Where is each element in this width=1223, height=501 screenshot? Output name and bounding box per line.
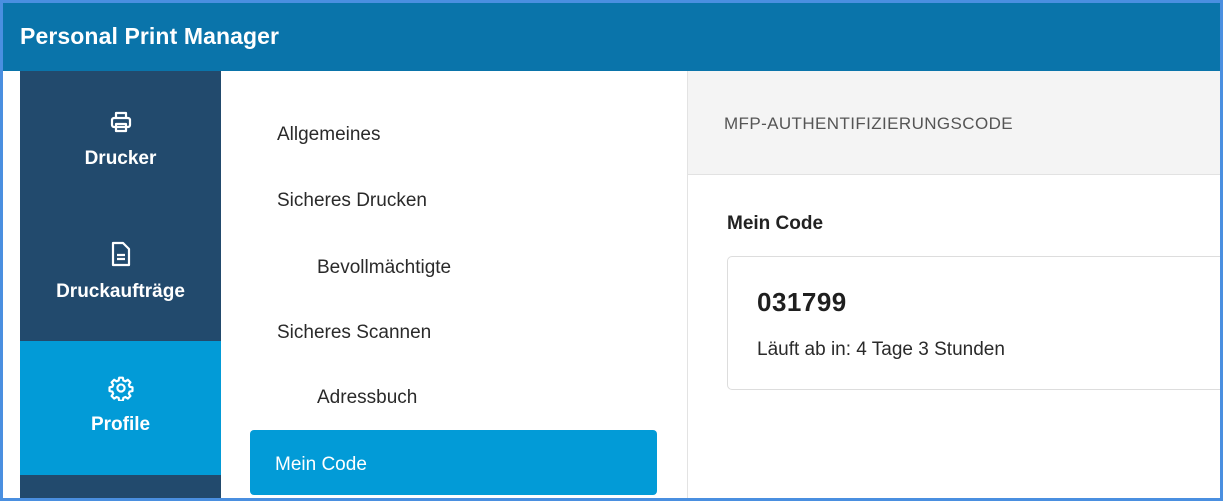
app-window: Personal Print Manager Drucker Druckauft… — [0, 0, 1223, 501]
section-title: Mein Code — [727, 213, 824, 234]
main-sidebar: Drucker Druckaufträge Profile — [20, 71, 221, 498]
code-card: 031799 Läuft ab in: 4 Tage 3 Stunden — [727, 256, 1220, 390]
panel-header: MFP-AUTHENTIFIZIERUNGSCODE — [688, 71, 1220, 175]
sidebar-item-druckauftraege[interactable]: Druckaufträge — [20, 205, 221, 337]
document-icon — [20, 241, 221, 267]
sidebar-item-label: Druckaufträge — [56, 281, 185, 302]
printer-icon — [20, 109, 221, 135]
submenu-item-sicheres-scannen[interactable]: Sicheres Scannen — [277, 322, 431, 344]
sidebar-item-profile[interactable]: Profile — [20, 341, 221, 475]
sidebar-item-label: Drucker — [84, 148, 157, 169]
profile-submenu: Allgemeines Sicheres Drucken Bevollmächt… — [221, 71, 687, 498]
auth-code-value: 031799 — [757, 287, 847, 317]
submenu-item-adressbuch[interactable]: Adressbuch — [317, 387, 417, 409]
submenu-item-allgemeines[interactable]: Allgemeines — [277, 124, 381, 146]
title-bar: Personal Print Manager — [3, 3, 1220, 71]
sidebar-item-label: Profile — [90, 414, 151, 435]
code-expiry-text: Läuft ab in: 4 Tage 3 Stunden — [757, 339, 1005, 360]
gear-icon — [20, 375, 221, 401]
submenu-item-mein-code[interactable]: Mein Code — [250, 430, 657, 495]
sidebar-item-drucker[interactable]: Drucker — [20, 71, 221, 203]
submenu-item-bevollmaechtigte[interactable]: Bevollmächtigte — [317, 257, 451, 279]
panel-heading: MFP-AUTHENTIFIZIERUNGSCODE — [724, 114, 1014, 133]
content-panel: MFP-AUTHENTIFIZIERUNGSCODE Mein Code 031… — [687, 71, 1220, 498]
submenu-item-sicheres-drucken[interactable]: Sicheres Drucken — [277, 190, 427, 212]
app-title: Personal Print Manager — [20, 23, 280, 49]
